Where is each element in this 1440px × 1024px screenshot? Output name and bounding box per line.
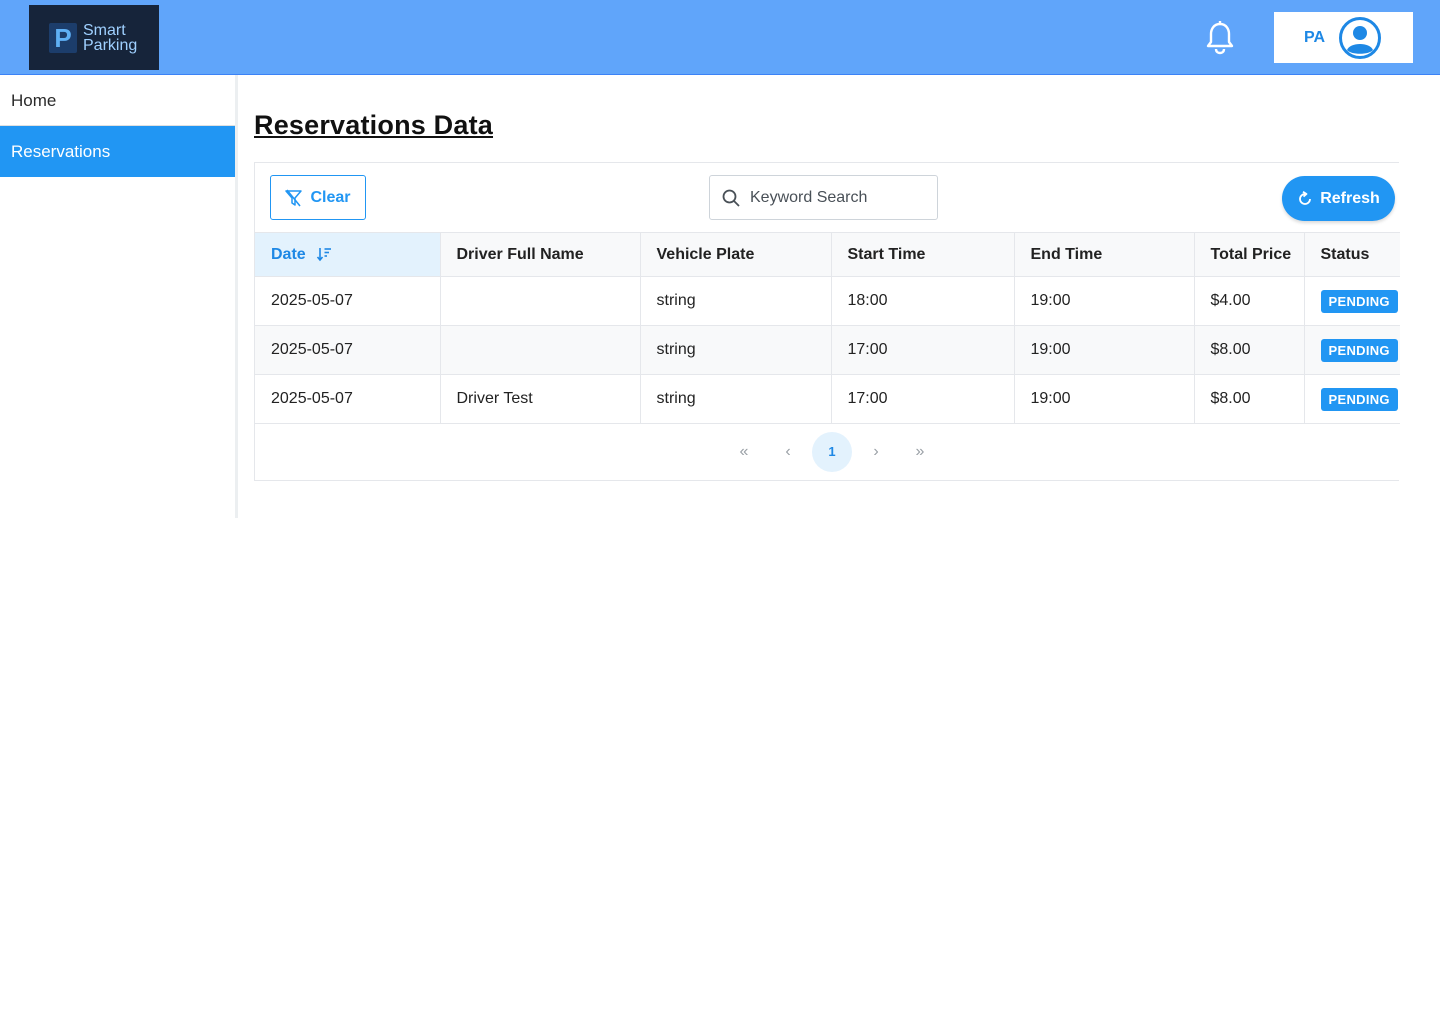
cell-total-price: $4.00 bbox=[1194, 276, 1305, 326]
column-header-date-label: Date bbox=[271, 245, 306, 263]
table-row[interactable]: 2025-05-07 Driver Test string 17:00 19:0… bbox=[255, 374, 1400, 424]
sort-descending-icon[interactable] bbox=[316, 246, 332, 262]
cell-driver-name bbox=[440, 276, 641, 326]
top-header: P Smart Parking PA bbox=[0, 0, 1440, 75]
table-row[interactable]: 2025-05-07 string 18:00 19:00 $4.00 PEND… bbox=[255, 276, 1400, 326]
column-header-total-price[interactable]: Total Price bbox=[1194, 232, 1305, 277]
cell-driver-name bbox=[440, 325, 641, 375]
pagination: « ‹ 1 › » bbox=[255, 432, 1400, 472]
cell-total-price: $8.00 bbox=[1194, 325, 1305, 375]
first-page-icon[interactable]: « bbox=[724, 432, 764, 472]
user-initials: PA bbox=[1304, 28, 1326, 46]
cell-date: 2025-05-07 bbox=[255, 325, 441, 375]
cell-end-time: 19:00 bbox=[1014, 325, 1195, 375]
column-header-date[interactable]: Date bbox=[255, 232, 441, 277]
status-badge: PENDING bbox=[1320, 338, 1398, 362]
logo-line-2: Parking bbox=[83, 36, 138, 54]
sidebar-item-reservations[interactable]: Reservations bbox=[0, 126, 235, 177]
logo-letter: P bbox=[49, 22, 77, 53]
user-avatar-icon bbox=[1339, 16, 1381, 59]
cell-status: PENDING bbox=[1304, 374, 1400, 424]
notifications-bell-icon[interactable] bbox=[1204, 20, 1236, 56]
column-header-start-time[interactable]: Start Time bbox=[831, 232, 1015, 277]
logo-text: Smart Parking bbox=[83, 21, 138, 54]
app-logo[interactable]: P Smart Parking bbox=[29, 5, 159, 70]
cell-vehicle-plate: string bbox=[640, 325, 832, 375]
filter-slash-icon bbox=[285, 189, 303, 206]
column-header-vehicle-plate[interactable]: Vehicle Plate bbox=[640, 232, 832, 277]
table-row[interactable]: 2025-05-07 string 17:00 19:00 $8.00 PEND… bbox=[255, 325, 1400, 375]
refresh-button[interactable]: Refresh bbox=[1282, 176, 1395, 221]
cell-driver-name: Driver Test bbox=[440, 374, 641, 424]
refresh-button-label: Refresh bbox=[1320, 189, 1380, 207]
cell-end-time: 19:00 bbox=[1014, 374, 1195, 424]
cell-status: PENDING bbox=[1304, 276, 1400, 326]
sidebar: Home Reservations bbox=[0, 75, 238, 518]
keyword-search-input[interactable] bbox=[750, 188, 920, 207]
last-page-icon[interactable]: » bbox=[900, 432, 940, 472]
sidebar-item-home[interactable]: Home bbox=[0, 75, 235, 126]
reservations-table-card: Clear Refresh Date bbox=[254, 162, 1400, 481]
cell-date: 2025-05-07 bbox=[255, 276, 441, 326]
cell-vehicle-plate: string bbox=[640, 276, 832, 326]
search-icon bbox=[722, 189, 740, 207]
status-badge: PENDING bbox=[1320, 387, 1398, 411]
column-header-status[interactable]: Status bbox=[1304, 232, 1400, 277]
cell-total-price: $8.00 bbox=[1194, 374, 1305, 424]
page-number-button[interactable]: 1 bbox=[812, 432, 852, 472]
table-header-row: Date Driver Full Name Vehicle Plate Star… bbox=[255, 232, 1400, 277]
clear-filters-button[interactable]: Clear bbox=[270, 175, 366, 220]
logo-line-1: Smart bbox=[83, 21, 126, 39]
user-menu[interactable]: PA bbox=[1274, 12, 1413, 63]
column-header-end-time[interactable]: End Time bbox=[1014, 232, 1195, 277]
previous-page-icon[interactable]: ‹ bbox=[768, 432, 808, 472]
refresh-icon bbox=[1299, 190, 1312, 205]
cell-vehicle-plate: string bbox=[640, 374, 832, 424]
cell-end-time: 19:00 bbox=[1014, 276, 1195, 326]
clear-button-label: Clear bbox=[310, 188, 351, 206]
cell-status: PENDING bbox=[1304, 325, 1400, 375]
table-toolbar: Clear Refresh bbox=[255, 163, 1400, 232]
cell-start-time: 18:00 bbox=[831, 276, 1015, 326]
status-badge: PENDING bbox=[1320, 289, 1398, 313]
next-page-icon[interactable]: › bbox=[856, 432, 896, 472]
cell-start-time: 17:00 bbox=[831, 325, 1015, 375]
reservations-table: Date Driver Full Name Vehicle Plate Star… bbox=[255, 232, 1400, 424]
cell-start-time: 17:00 bbox=[831, 374, 1015, 424]
page-title: Reservations Data bbox=[254, 110, 494, 140]
cell-date: 2025-05-07 bbox=[255, 374, 441, 424]
column-header-driver-full-name[interactable]: Driver Full Name bbox=[440, 232, 641, 277]
keyword-search-box bbox=[709, 175, 938, 220]
